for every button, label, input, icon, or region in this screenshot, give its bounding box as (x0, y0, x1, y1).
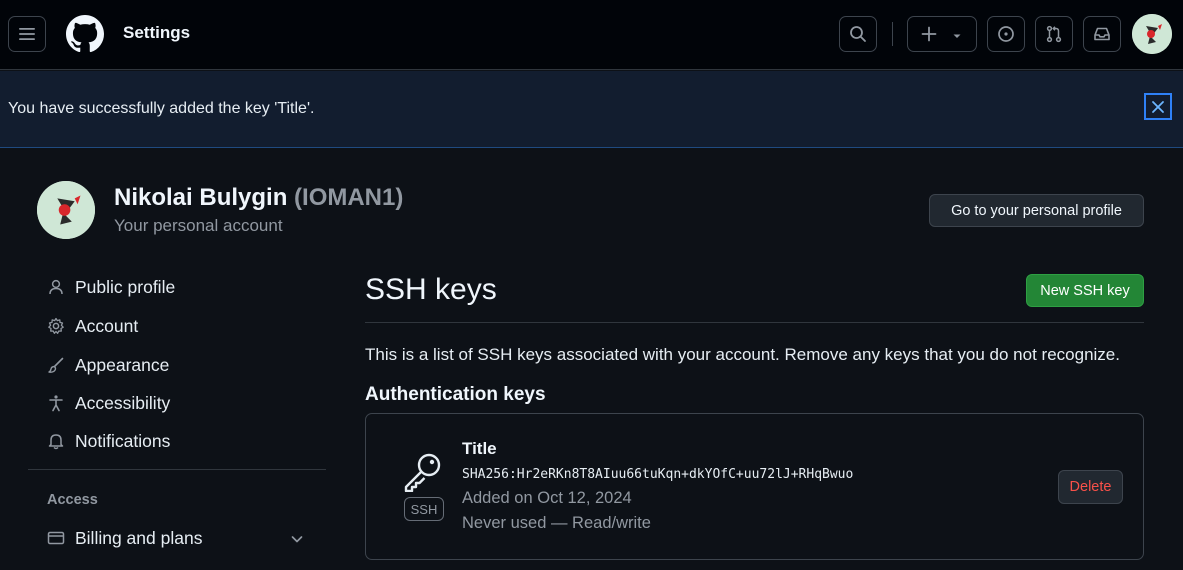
sidebar-item-label: Public profile (75, 276, 176, 297)
page-context-title: Settings (123, 23, 191, 42)
sidebar-item-account[interactable]: Account (46, 311, 138, 341)
issues-button[interactable] (987, 16, 1025, 52)
sidebar-item-appearance[interactable]: Appearance (46, 350, 169, 380)
ssh-key-usage: Never used — Read/write (462, 514, 651, 532)
sidebar-item-label: Account (75, 315, 139, 336)
pull-request-icon (1046, 25, 1062, 43)
credit-card-icon (46, 528, 66, 548)
ssh-key-fingerprint: SHA256:Hr2eRKn8T8AIuu66tuKqn+dkYOfC+uu72… (462, 467, 854, 482)
paintbrush-icon (46, 355, 66, 375)
account-subtitle: Your personal account (114, 216, 283, 235)
ssh-key-added-date: Added on Oct 12, 2024 (462, 489, 632, 507)
title-divider (365, 322, 1144, 323)
key-icon (404, 453, 441, 492)
person-icon (46, 277, 66, 297)
sidebar-item-label: Appearance (75, 354, 170, 375)
identicon-avatar (1132, 14, 1172, 54)
sidebar-item-label: Notifications (75, 430, 171, 451)
account-name: Nikolai Bulygin (IOMAN1) (114, 184, 403, 212)
inbox-icon (1094, 27, 1110, 41)
menu-button[interactable] (8, 16, 46, 52)
new-ssh-key-button[interactable]: New SSH key (1026, 274, 1144, 307)
sidebar-item-label: Billing and plans (75, 527, 203, 548)
sidebar-item-public-profile[interactable]: Public profile (46, 272, 175, 302)
user-avatar-button[interactable] (1132, 14, 1172, 54)
issue-icon (998, 26, 1014, 42)
ssh-key-title: Title (462, 439, 497, 458)
page-description: This is a list of SSH keys associated wi… (365, 345, 1120, 364)
bell-icon (46, 431, 66, 451)
sidebar-item-label: Accessibility (75, 392, 171, 413)
delete-key-button[interactable]: Delete (1058, 470, 1123, 504)
account-display-name: Nikolai Bulygin (114, 184, 288, 211)
search-icon (850, 26, 866, 42)
triangle-down-icon (953, 34, 961, 38)
inbox-button[interactable] (1083, 16, 1121, 52)
sidebar-item-notifications[interactable]: Notifications (46, 426, 170, 456)
search-button[interactable] (839, 16, 877, 52)
sidebar-divider (28, 469, 326, 470)
account-login: (IOMAN1) (294, 184, 404, 211)
page-title: SSH keys (365, 273, 497, 306)
pull-requests-button[interactable] (1035, 16, 1073, 52)
flash-banner: You have successfully added the key 'Tit… (0, 71, 1183, 148)
app-header: Settings (0, 0, 1183, 70)
header-divider (892, 22, 893, 46)
gear-icon (46, 316, 66, 336)
flash-close-button[interactable] (1144, 93, 1172, 120)
ssh-key-item (365, 413, 1144, 560)
accessibility-icon (46, 393, 66, 413)
sidebar-item-accessibility[interactable]: Accessibility (46, 388, 170, 418)
identicon-avatar (37, 181, 95, 239)
personal-profile-button[interactable]: Go to your personal profile (929, 194, 1144, 227)
create-new-button[interactable] (907, 16, 977, 52)
sidebar-section-heading: Access (47, 492, 98, 508)
github-logo-icon[interactable] (66, 15, 104, 53)
plus-icon (921, 26, 937, 42)
ssh-badge: SSH (404, 497, 444, 521)
x-icon (1152, 100, 1164, 113)
account-avatar (37, 181, 95, 239)
chevron-down-icon[interactable] (289, 531, 305, 547)
menu-icon (19, 28, 35, 40)
sidebar-item-billing[interactable]: Billing and plans (46, 523, 202, 553)
section-heading: Authentication keys (365, 384, 546, 405)
flash-message: You have successfully added the key 'Tit… (8, 100, 315, 117)
